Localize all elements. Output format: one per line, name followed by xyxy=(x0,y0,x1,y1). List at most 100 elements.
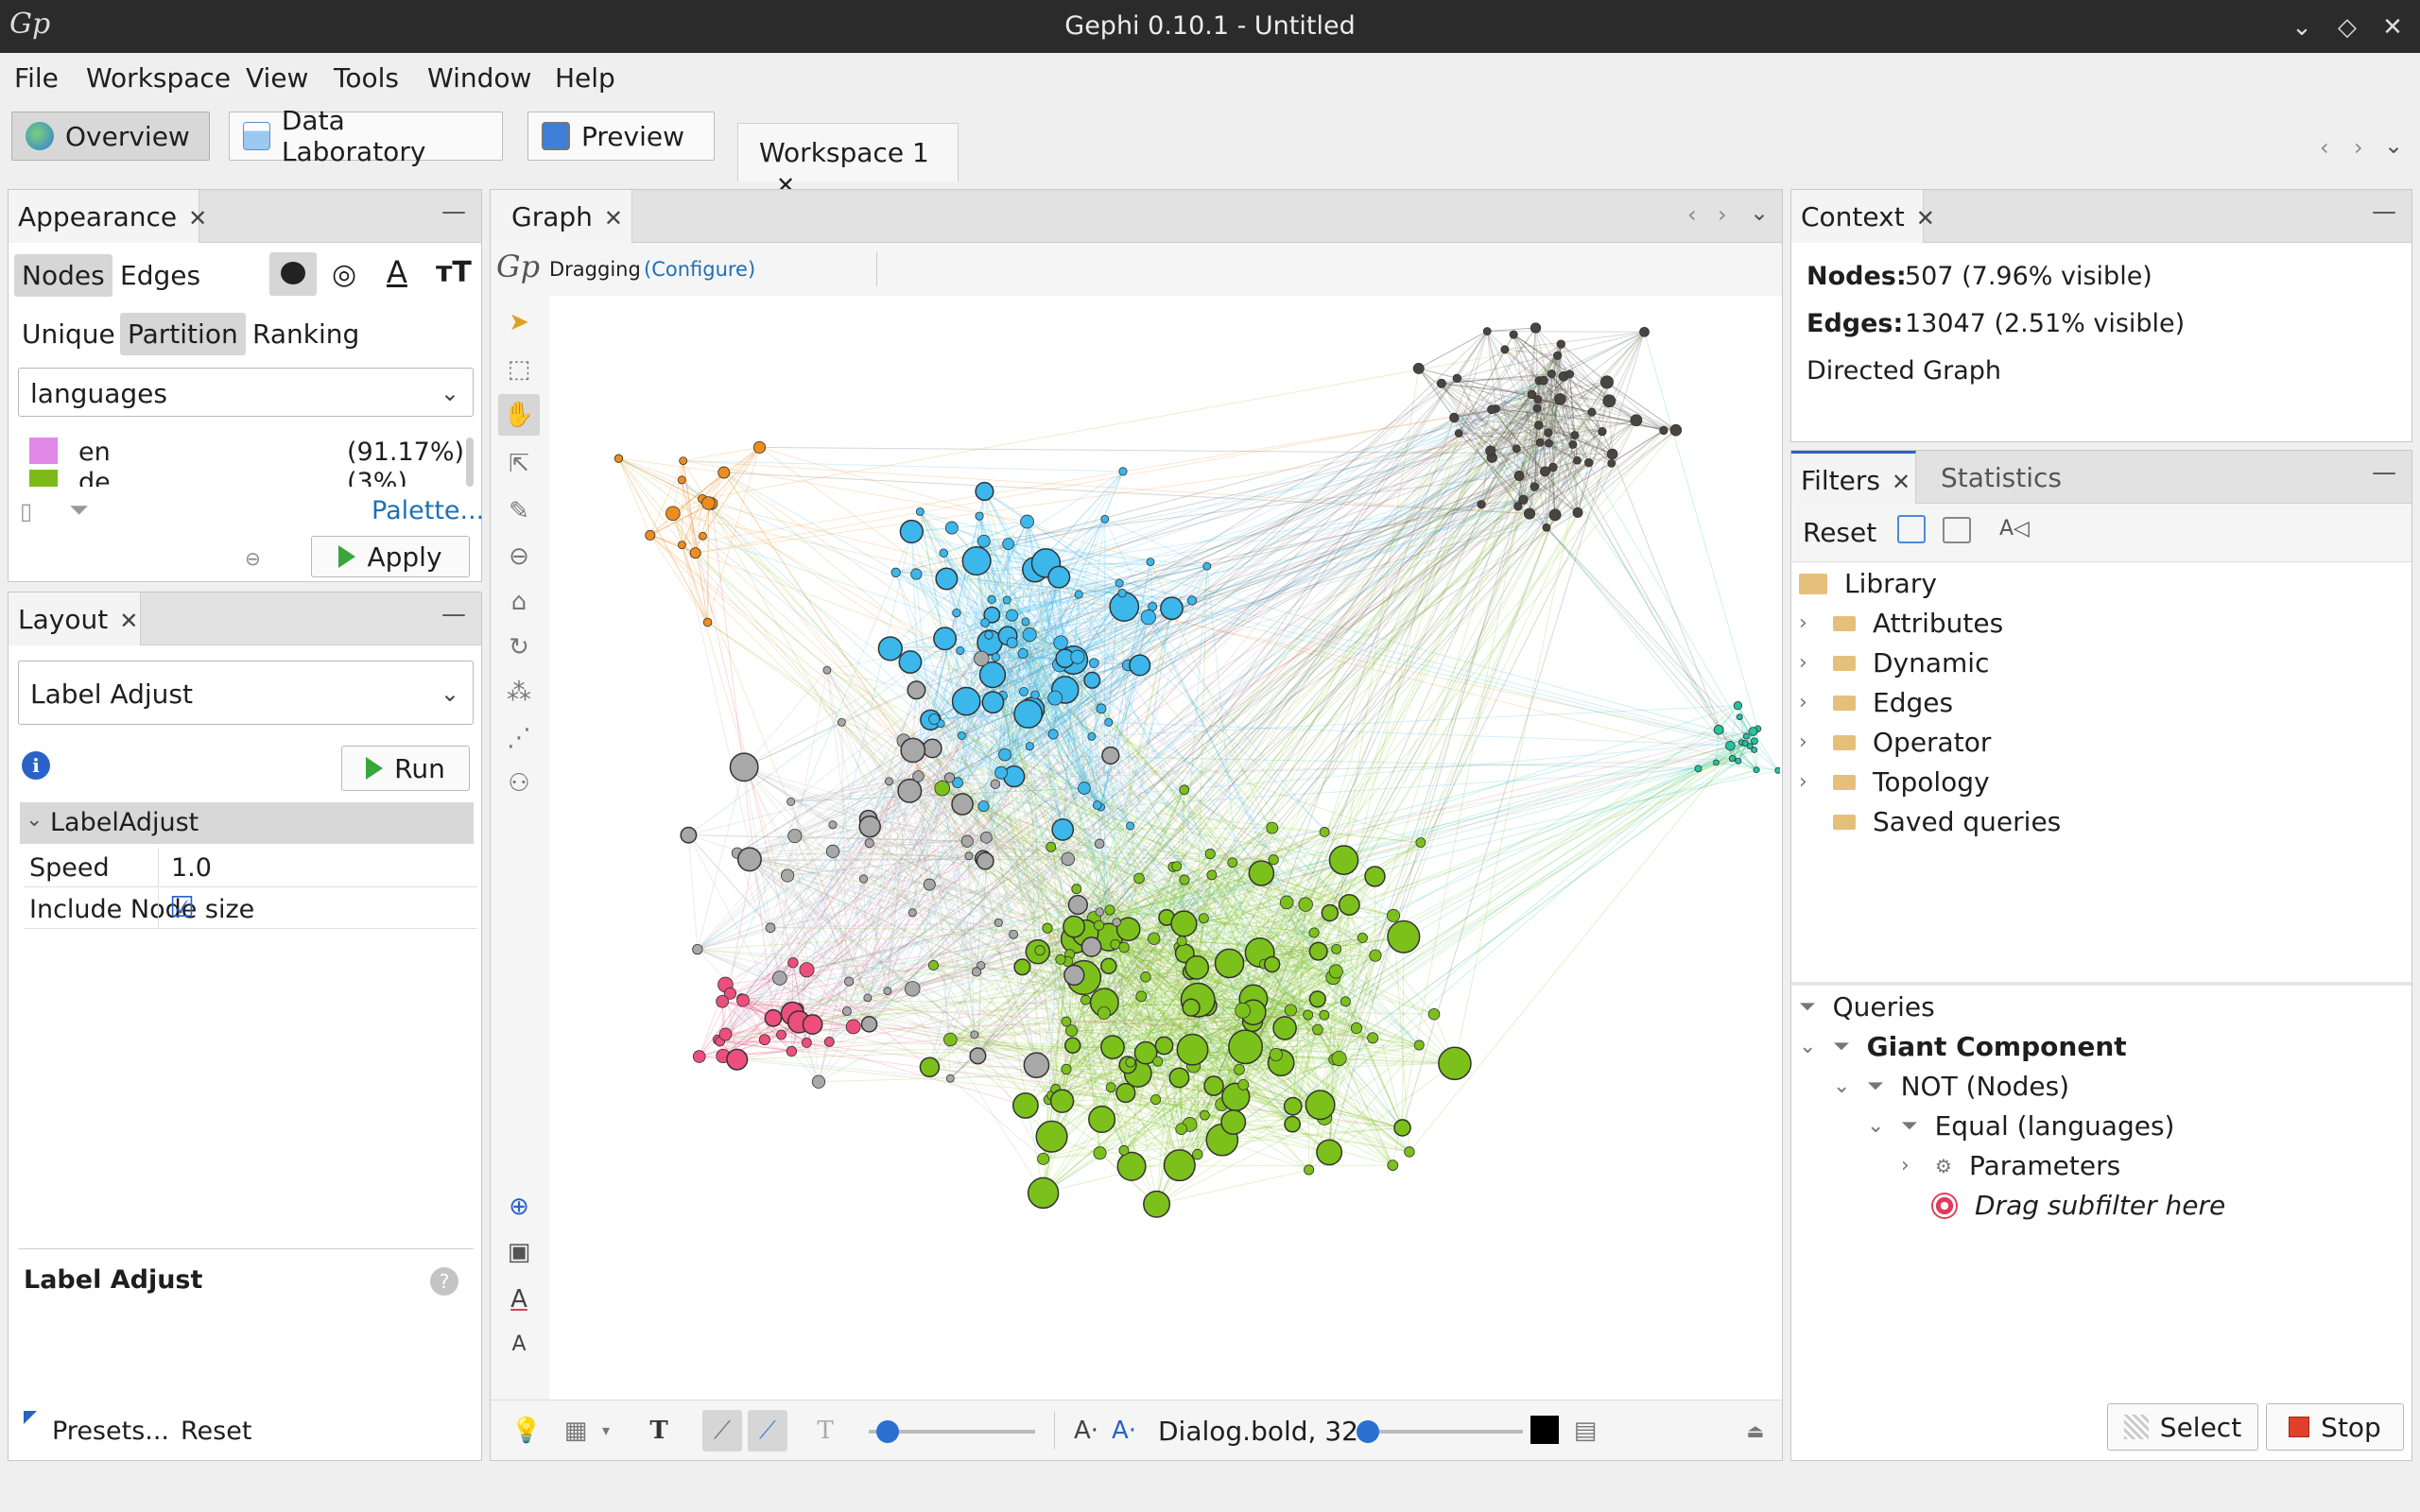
select-button[interactable]: Select xyxy=(2107,1403,2258,1451)
graph-node[interactable] xyxy=(1367,1032,1379,1044)
graph-node[interactable] xyxy=(1728,754,1737,763)
graph-node[interactable] xyxy=(702,617,713,627)
graph-node[interactable] xyxy=(1027,1177,1060,1210)
graph-node[interactable] xyxy=(1035,1120,1068,1153)
graph-node[interactable] xyxy=(1020,514,1034,529)
menu-tools[interactable]: Tools xyxy=(334,62,399,94)
label-size-mode-icon[interactable]: A· xyxy=(1069,1414,1103,1448)
graph-node[interactable] xyxy=(977,534,991,548)
graph-node[interactable] xyxy=(1607,458,1616,468)
graph-node[interactable] xyxy=(883,987,892,996)
graph-node[interactable] xyxy=(1100,1035,1125,1060)
graph-node[interactable] xyxy=(864,838,874,849)
graph-node[interactable] xyxy=(1482,327,1492,335)
graph-node[interactable] xyxy=(1023,1052,1050,1079)
minimize-icon[interactable]: ⌄ xyxy=(2286,11,2318,43)
graph-node[interactable] xyxy=(823,1037,835,1047)
query-equal-languages[interactable]: ⌄ ⏷ Equal (languages) xyxy=(1867,1110,2174,1142)
graph-node[interactable] xyxy=(1587,407,1597,417)
graph-node[interactable] xyxy=(922,738,942,759)
graph-node[interactable] xyxy=(1350,1022,1363,1035)
export-filter-icon[interactable] xyxy=(1897,515,1926,543)
graph-node[interactable] xyxy=(1042,922,1053,934)
graph-node[interactable] xyxy=(1751,737,1758,746)
graph-node[interactable] xyxy=(994,765,1008,780)
graph-node[interactable] xyxy=(1477,500,1486,509)
graph-node[interactable] xyxy=(1192,1148,1203,1160)
data-laboratory-button[interactable]: Data Laboratory xyxy=(229,105,503,167)
graph-node[interactable] xyxy=(944,521,959,535)
minimize-panel-icon[interactable]: — xyxy=(2372,198,2396,226)
graph-node[interactable] xyxy=(1565,369,1575,379)
graph-node[interactable] xyxy=(1046,841,1057,852)
graph-node[interactable] xyxy=(1331,1050,1347,1067)
graph-node[interactable] xyxy=(1089,658,1099,668)
graph-node[interactable] xyxy=(1061,1063,1072,1075)
graph-node[interactable] xyxy=(1143,1190,1171,1218)
graph-node[interactable] xyxy=(1100,957,1117,975)
graph-node[interactable] xyxy=(1140,971,1151,983)
maximize-icon[interactable]: ◇ xyxy=(2331,11,2363,43)
graph-node[interactable] xyxy=(858,874,868,884)
graph-node[interactable] xyxy=(1568,440,1578,449)
graph-node[interactable] xyxy=(1548,508,1562,522)
graph-node[interactable] xyxy=(1268,854,1279,866)
graph-node[interactable] xyxy=(1742,732,1750,740)
graph-node[interactable] xyxy=(1331,943,1342,954)
label-color-icon[interactable]: A xyxy=(387,254,407,290)
graph-node[interactable] xyxy=(1518,494,1529,505)
graph-node[interactable] xyxy=(1116,1151,1147,1181)
graph-node[interactable] xyxy=(970,1030,979,1040)
graph-node[interactable] xyxy=(1500,345,1510,354)
graph-node[interactable] xyxy=(1328,964,1343,979)
graph-node[interactable] xyxy=(1733,701,1743,711)
graph-node[interactable] xyxy=(890,567,901,577)
add-edge-icon[interactable]: ⋰ xyxy=(502,721,536,755)
graph-node[interactable] xyxy=(1725,740,1736,751)
graph-node[interactable] xyxy=(907,680,926,700)
graph-node[interactable] xyxy=(1305,1090,1336,1121)
graph-node[interactable] xyxy=(1168,1067,1190,1089)
graph-node[interactable] xyxy=(1485,445,1496,456)
graph-node[interactable] xyxy=(908,908,917,918)
graph-node[interactable] xyxy=(1570,431,1580,439)
graph-node[interactable] xyxy=(1284,1004,1297,1017)
graph-node[interactable] xyxy=(1602,394,1616,408)
help-icon[interactable]: ? xyxy=(430,1267,458,1296)
close-icon[interactable]: ✕ xyxy=(604,205,623,232)
graph-node[interactable] xyxy=(678,541,686,550)
graph-node[interactable] xyxy=(1319,827,1330,837)
graph-node[interactable] xyxy=(898,650,923,674)
configure-link[interactable]: (Configure) xyxy=(644,258,755,281)
reset-layout-button[interactable]: Reset xyxy=(181,1417,251,1446)
tree-item-attributes[interactable]: › Attributes xyxy=(1799,608,2003,639)
graph-node[interactable] xyxy=(1037,1152,1050,1165)
graph-node[interactable] xyxy=(1095,907,1104,917)
graph-node[interactable] xyxy=(1279,895,1294,910)
info-icon[interactable]: i xyxy=(22,751,50,780)
graph-node[interactable] xyxy=(1017,647,1028,660)
graph-node[interactable] xyxy=(1094,919,1105,931)
tab-edges[interactable]: Edges xyxy=(112,254,208,297)
graph-node[interactable] xyxy=(899,519,924,544)
graph-node[interactable] xyxy=(863,993,873,1003)
graph-node[interactable] xyxy=(975,481,994,502)
graph-node[interactable] xyxy=(1630,414,1643,427)
graph-node[interactable] xyxy=(1513,470,1525,481)
graph-node[interactable] xyxy=(786,797,796,806)
tab-graph[interactable]: Graph ✕ xyxy=(491,190,632,243)
graph-node[interactable] xyxy=(1542,523,1551,532)
graph-node[interactable] xyxy=(1047,729,1059,740)
graph-node[interactable] xyxy=(1125,1057,1136,1068)
graph-node[interactable] xyxy=(689,547,701,559)
graph-node[interactable] xyxy=(1316,1139,1343,1166)
save-filter-icon[interactable] xyxy=(1943,517,1971,543)
graph-node[interactable] xyxy=(1751,747,1758,753)
graph-node[interactable] xyxy=(1186,595,1198,606)
graph-node[interactable] xyxy=(976,851,994,870)
graph-node[interactable] xyxy=(1063,915,1086,938)
graph-node[interactable] xyxy=(1022,627,1037,643)
graph-node[interactable] xyxy=(1321,903,1340,922)
close-icon[interactable]: ✕ xyxy=(119,608,138,634)
graph-node[interactable] xyxy=(1539,375,1548,386)
